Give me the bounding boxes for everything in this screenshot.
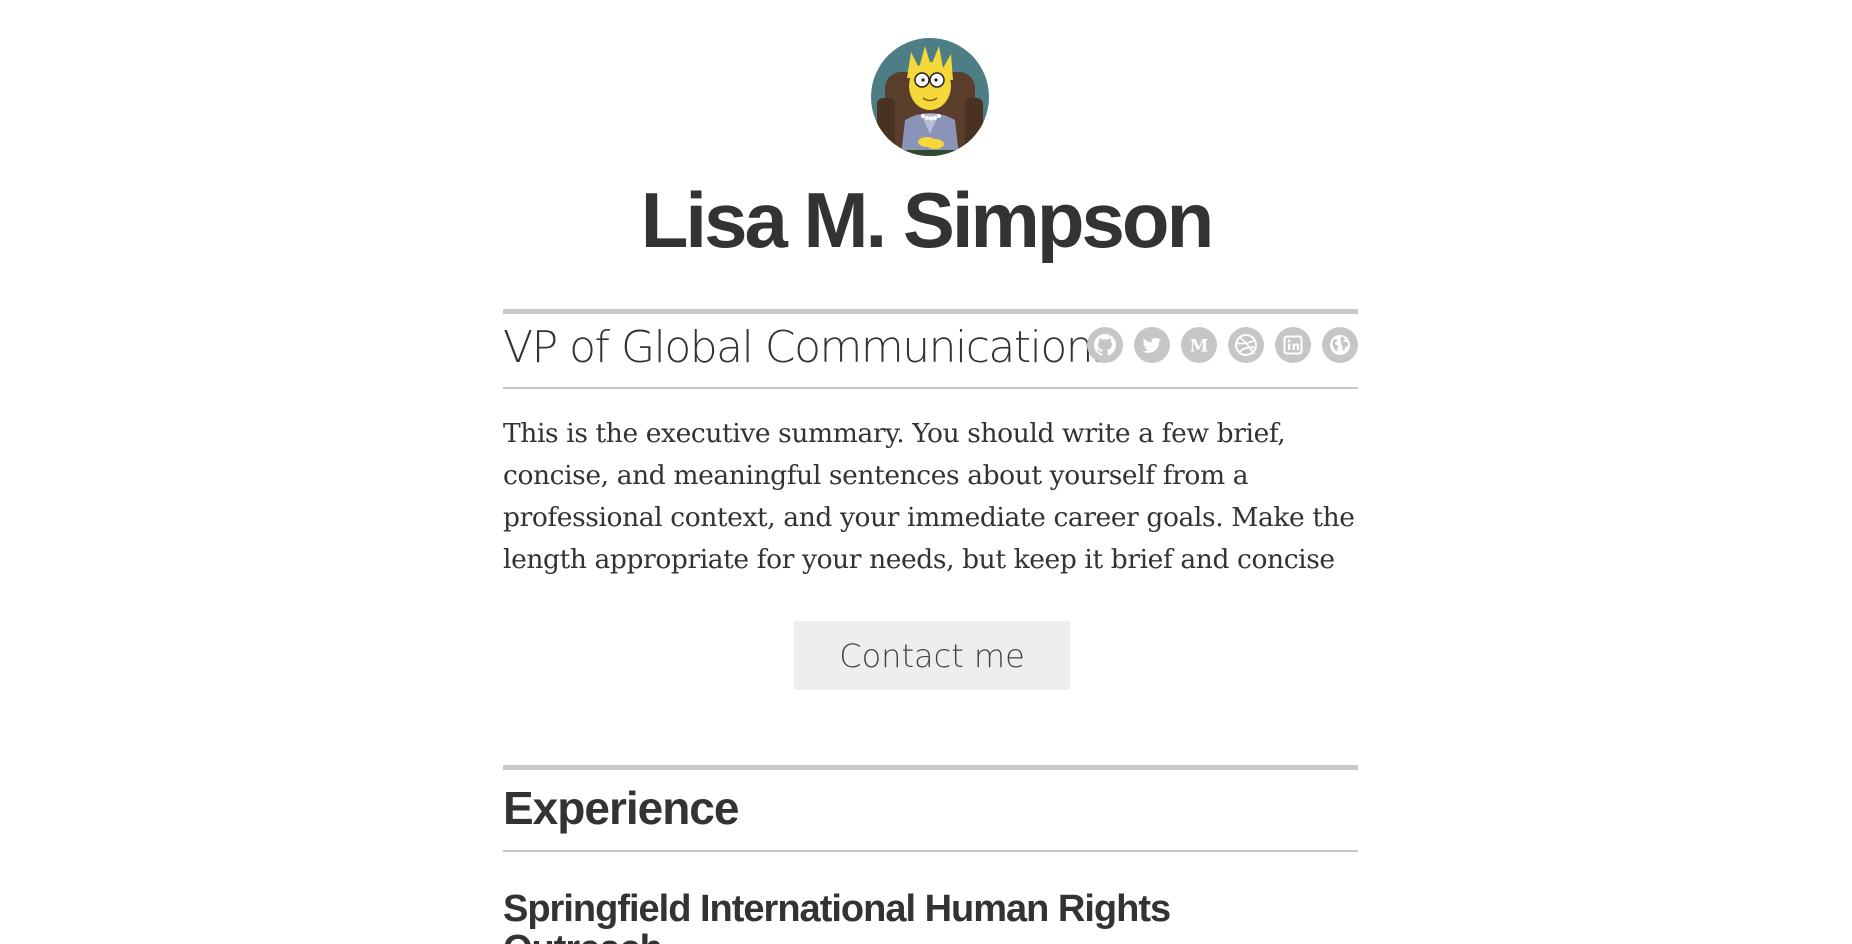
main-content: VP of Global Communications M This is th… — [503, 0, 1358, 944]
experience-bottom-divider — [503, 850, 1358, 852]
social-links: M — [1087, 327, 1358, 363]
medium-link[interactable]: M — [1181, 327, 1217, 363]
linkedin-link[interactable] — [1275, 327, 1311, 363]
experience-heading: Experience — [503, 782, 739, 834]
resume-page: Lisa M. Simpson VP of Global Communicati… — [0, 0, 1852, 944]
experience-organization: Springfield International Human Rights O… — [503, 888, 1171, 944]
header-top-divider — [503, 309, 1358, 314]
github-icon — [1087, 327, 1123, 363]
website-link[interactable] — [1322, 327, 1358, 363]
job-title: VP of Global Communications — [503, 322, 1115, 373]
dribbble-icon — [1228, 327, 1264, 363]
github-link[interactable] — [1087, 327, 1123, 363]
twitter-icon — [1134, 327, 1170, 363]
executive-summary: This is the executive summary. You shoul… — [503, 418, 1355, 575]
twitter-link[interactable] — [1134, 327, 1170, 363]
dribbble-link[interactable] — [1228, 327, 1264, 363]
globe-icon — [1322, 327, 1358, 363]
experience-top-divider — [503, 765, 1358, 770]
medium-icon: M — [1181, 327, 1217, 363]
contact-button[interactable]: Contact me — [794, 621, 1070, 690]
header-bottom-divider — [503, 387, 1358, 389]
svg-text:M: M — [1190, 337, 1209, 357]
linkedin-icon — [1275, 327, 1311, 363]
